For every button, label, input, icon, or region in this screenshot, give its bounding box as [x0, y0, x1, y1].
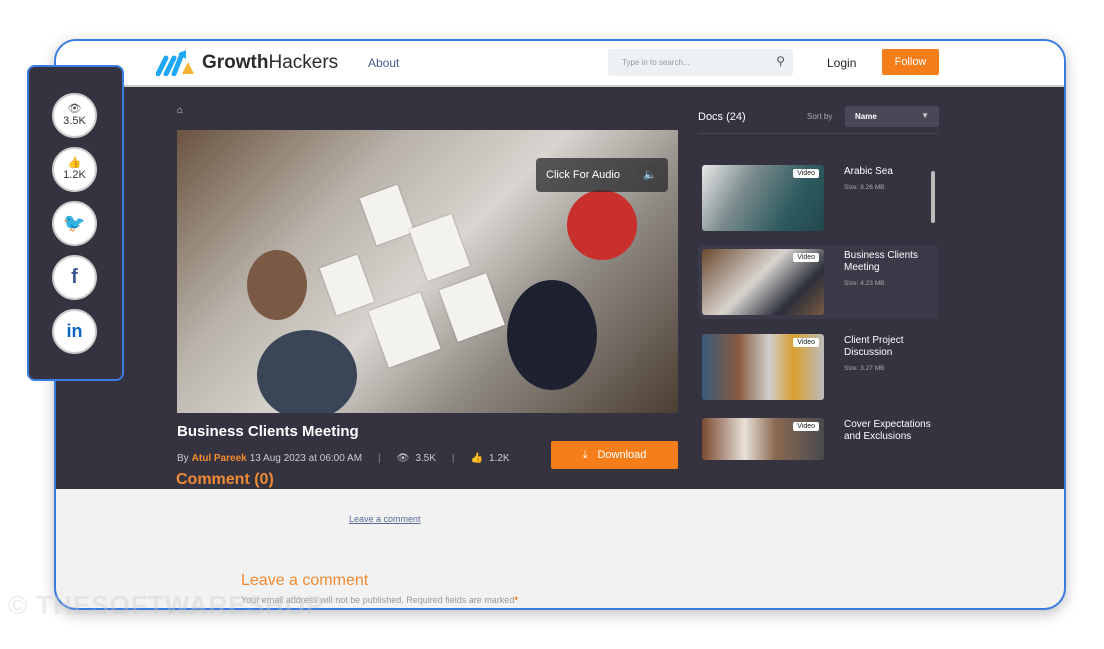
divider: |: [378, 453, 381, 464]
twitter-share-button[interactable]: 🐦: [52, 201, 97, 246]
home-icon[interactable]: ⌂: [177, 105, 183, 116]
download-button[interactable]: ⤓ Download: [551, 441, 678, 469]
video-section: ⌂ Click For Audio 🔈 Business Clients Mee…: [56, 87, 1064, 489]
comment-heading: Comment (0): [176, 471, 274, 488]
docs-title: Docs (24): [698, 111, 746, 123]
divider: [698, 133, 938, 134]
facebook-icon: f: [71, 266, 78, 288]
chevron-down-icon: ▼: [921, 111, 929, 120]
doc-thumbnail: Video: [702, 418, 824, 460]
divider: |: [451, 453, 455, 464]
social-panel: 👁 3.5K 👍 1.2K 🐦 f in: [27, 65, 124, 381]
nav-about[interactable]: About: [368, 56, 399, 70]
author-link[interactable]: Atul Pareek: [192, 453, 247, 464]
scrollbar[interactable]: [931, 171, 935, 223]
page-window: GrowthHackers About Type in to search...…: [54, 39, 1066, 610]
thumbs-up-icon: 👍: [67, 157, 82, 169]
watermark: © THESOFTWARESHOP: [8, 590, 325, 620]
doc-thumbnail: Video: [702, 249, 824, 315]
doc-item[interactable]: Video Client Project Discussion Size: 3.…: [698, 330, 938, 404]
like-button[interactable]: 👍 1.2K: [52, 147, 97, 192]
doc-thumbnail: Video: [702, 165, 824, 231]
eye-icon: 👁: [67, 103, 82, 115]
thumbs-up-icon: 👍: [470, 453, 483, 464]
facebook-share-button[interactable]: f: [52, 255, 97, 300]
linkedin-share-button[interactable]: in: [52, 309, 97, 354]
linkedin-icon: in: [66, 321, 83, 341]
search-input[interactable]: Type in to search... ⚲: [608, 49, 793, 76]
views-button[interactable]: 👁 3.5K: [52, 93, 97, 138]
video-player[interactable]: Click For Audio 🔈: [177, 130, 678, 413]
login-link[interactable]: Login: [827, 56, 856, 70]
leave-comment-heading: Leave a comment: [241, 572, 369, 589]
logo-icon: [156, 50, 194, 76]
doc-item[interactable]: Video Arabic Sea Size: 8.26 MB: [698, 161, 938, 235]
follow-button[interactable]: Follow: [882, 49, 939, 75]
search-icon[interactable]: ⚲: [776, 54, 785, 68]
sort-label: Sort by: [807, 112, 833, 121]
sort-select[interactable]: Name ▼: [845, 106, 939, 127]
logo[interactable]: GrowthHackers: [156, 50, 338, 76]
eye-icon: 👁: [396, 453, 410, 464]
video-title: Business Clients Meeting: [177, 423, 359, 440]
likes-count: 1.2K: [488, 453, 510, 464]
click-for-audio-button[interactable]: Click For Audio 🔈: [536, 158, 668, 192]
twitter-icon: 🐦: [63, 213, 86, 233]
views-count: 3.5K: [415, 453, 436, 464]
doc-thumbnail: Video: [702, 334, 824, 400]
doc-item[interactable]: Video Business Clients Meeting Size: 4.2…: [698, 245, 938, 319]
speaker-icon[interactable]: 🔈: [638, 163, 662, 187]
download-icon: ⤓: [582, 448, 588, 461]
doc-item[interactable]: Video Cover Expectations and Exclusions: [698, 414, 938, 460]
leave-comment-link[interactable]: Leave a comment: [349, 514, 421, 524]
video-meta: By Atul Pareek 13 Aug 2023 at 06:00 AM |…: [177, 453, 510, 464]
header: GrowthHackers About Type in to search...…: [56, 41, 1064, 87]
